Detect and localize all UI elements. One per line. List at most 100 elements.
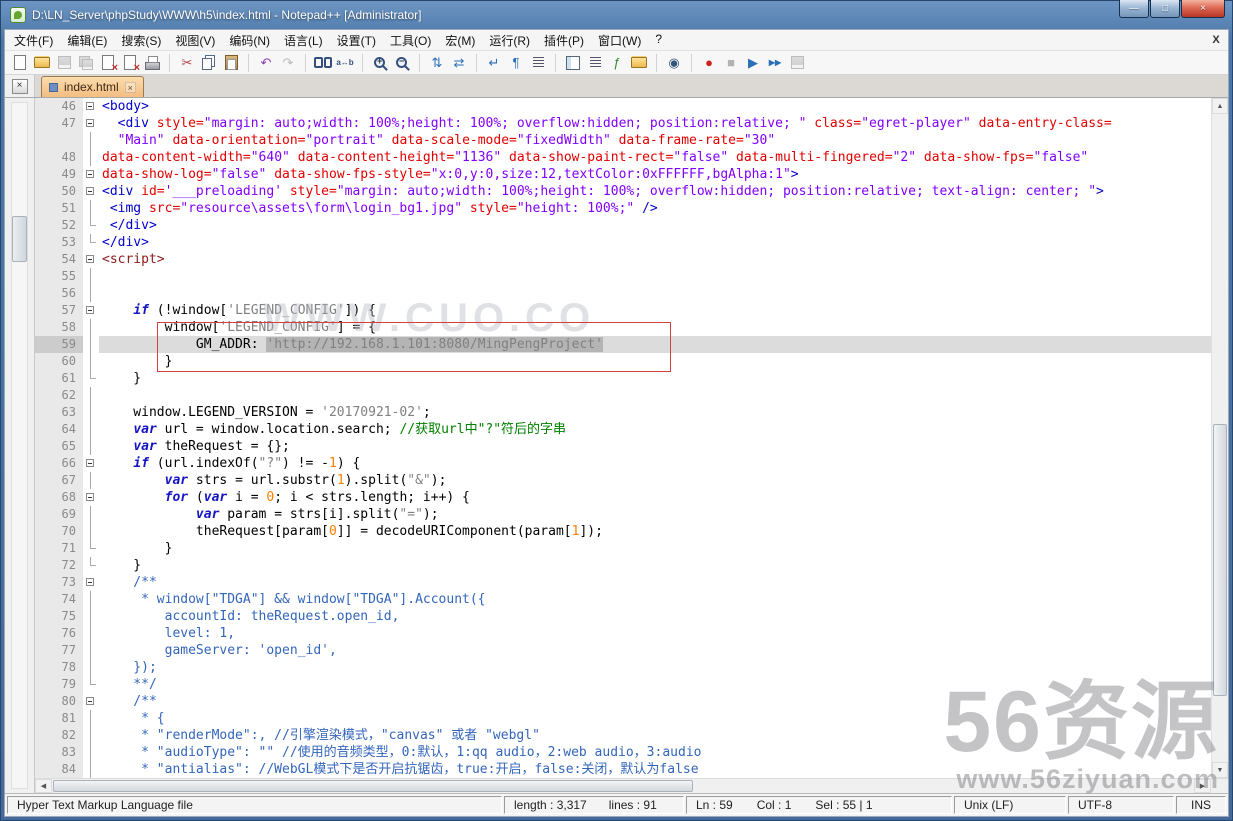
horizontal-scrollbar-track[interactable] (52, 779, 1194, 793)
record-macro-button[interactable]: ● (698, 52, 720, 74)
code-line-57[interactable]: 57 if (!window['LEGEND_CONFIG']) { (35, 302, 1211, 319)
copy-button[interactable] (198, 52, 220, 74)
code-line-81[interactable]: 81 * { (35, 710, 1211, 727)
scroll-up-icon[interactable]: ▲ (1212, 98, 1228, 114)
code-line-78[interactable]: 78 }); (35, 659, 1211, 676)
scroll-left-icon[interactable]: ◀ (35, 779, 52, 793)
code-line-wrap[interactable]: "Main" data-orientation="portrait" data-… (35, 132, 1211, 149)
code-area[interactable]: 46<body>47 <div style="margin: auto;widt… (35, 98, 1211, 778)
menu-file[interactable]: 文件(F) (7, 30, 60, 51)
code-line-83[interactable]: 83 * "audioType": "" //使用的音频类型，0:默认，1:qq… (35, 744, 1211, 761)
menu-tools[interactable]: 工具(O) (383, 30, 438, 51)
close-file-button[interactable]: × (97, 52, 119, 74)
code-line-68[interactable]: 68 for (var i = 0; i < strs.length; i++)… (35, 489, 1211, 506)
playback-macro-button[interactable]: ▶ (742, 52, 764, 74)
vertical-scrollbar-thumb[interactable] (1213, 424, 1227, 696)
menu-run[interactable]: 运行(R) (482, 30, 537, 51)
code-line-69[interactable]: 69 var param = strs[i].split("="); (35, 506, 1211, 523)
menu-plugins[interactable]: 插件(P) (537, 30, 591, 51)
code-line-74[interactable]: 74 * window["TDGA"] && window["TDGA"].Ac… (35, 591, 1211, 608)
scroll-down-icon[interactable]: ▼ (1212, 762, 1228, 778)
save-recorded-macro-button[interactable] (786, 52, 808, 74)
undo-button[interactable]: ↶ (255, 52, 277, 74)
dock-scrollbar-thumb[interactable] (12, 216, 27, 262)
tab-index-html[interactable]: index.html × (41, 76, 144, 97)
code-line-46[interactable]: 46<body> (35, 98, 1211, 115)
fold-collapse-icon[interactable] (83, 183, 99, 200)
fold-collapse-icon[interactable] (83, 455, 99, 472)
code-line-63[interactable]: 63 window.LEGEND_VERSION = '20170921-02'… (35, 404, 1211, 421)
replace-button[interactable]: a↔b (334, 52, 356, 74)
minimize-button[interactable]: — (1119, 0, 1149, 18)
function-list-button[interactable]: ƒ (606, 52, 628, 74)
code-line-76[interactable]: 76 level: 1, (35, 625, 1211, 642)
sync-horizontal-scroll-button[interactable]: ⇄ (448, 52, 470, 74)
status-eol-format[interactable]: Unix (LF) (954, 796, 1066, 814)
redo-button[interactable]: ↷ (277, 52, 299, 74)
fold-collapse-icon[interactable] (83, 693, 99, 710)
menu-edit[interactable]: 编辑(E) (60, 30, 114, 51)
sync-vertical-scroll-button[interactable]: ⇅ (426, 52, 448, 74)
menu-settings[interactable]: 设置(T) (330, 30, 383, 51)
menu-view[interactable]: 视图(V) (168, 30, 222, 51)
find-button[interactable] (312, 52, 334, 74)
dock-scrollbar-track[interactable] (11, 102, 28, 789)
document-map-button[interactable] (562, 52, 584, 74)
code-line-62[interactable]: 62 (35, 387, 1211, 404)
close-all-button[interactable]: × (119, 52, 141, 74)
code-line-56[interactable]: 56 (35, 285, 1211, 302)
paste-button[interactable] (220, 52, 242, 74)
tab-close-icon[interactable]: × (125, 82, 136, 93)
vertical-scrollbar[interactable]: ▲ ▼ (1211, 98, 1228, 778)
maximize-button[interactable]: □ (1150, 0, 1180, 18)
print-button[interactable] (141, 52, 163, 74)
dock-close-button[interactable]: × (12, 79, 28, 94)
code-line-71[interactable]: 71 } (35, 540, 1211, 557)
fold-collapse-icon[interactable] (83, 302, 99, 319)
menu-encoding[interactable]: 编码(N) (222, 30, 277, 51)
code-line-73[interactable]: 73 /** (35, 574, 1211, 591)
new-file-button[interactable] (9, 52, 31, 74)
status-insert-mode[interactable]: INS (1176, 796, 1226, 814)
menu-help[interactable]: ? (648, 30, 669, 51)
folder-as-workspace-button[interactable] (628, 52, 650, 74)
code-line-66[interactable]: 66 if (url.indexOf("?") != -1) { (35, 455, 1211, 472)
notepadpp-app-icon[interactable] (10, 7, 26, 23)
menu-language[interactable]: 语言(L) (277, 30, 330, 51)
document-list-button[interactable] (584, 52, 606, 74)
fold-collapse-icon[interactable] (83, 115, 99, 132)
zoom-out-button[interactable]: − (391, 52, 413, 74)
open-file-button[interactable] (31, 52, 53, 74)
code-line-80[interactable]: 80 /** (35, 693, 1211, 710)
code-line-53[interactable]: 53</div> (35, 234, 1211, 251)
fold-collapse-icon[interactable] (83, 489, 99, 506)
scroll-right-icon[interactable]: ▶ (1194, 779, 1211, 793)
zoom-in-button[interactable]: + (369, 52, 391, 74)
code-line-67[interactable]: 67 var strs = url.substr(1).split("&"); (35, 472, 1211, 489)
show-all-characters-button[interactable]: ¶ (505, 52, 527, 74)
fold-collapse-icon[interactable] (83, 251, 99, 268)
code-line-79[interactable]: 79 **/ (35, 676, 1211, 693)
code-line-61[interactable]: 61 } (35, 370, 1211, 387)
close-document-x-button[interactable]: X (1206, 33, 1226, 47)
code-line-50[interactable]: 50<div id='___preloading' style="margin:… (35, 183, 1211, 200)
code-line-70[interactable]: 70 theRequest[param[0]] = decodeURICompo… (35, 523, 1211, 540)
code-line-65[interactable]: 65 var theRequest = {}; (35, 438, 1211, 455)
code-line-55[interactable]: 55 (35, 268, 1211, 285)
status-encoding[interactable]: UTF-8 (1068, 796, 1174, 814)
menu-macro[interactable]: 宏(M) (438, 30, 482, 51)
save-all-button[interactable] (75, 52, 97, 74)
code-line-54[interactable]: 54<script> (35, 251, 1211, 268)
editor[interactable]: 46<body>47 <div style="margin: auto;widt… (35, 98, 1228, 778)
menu-window[interactable]: 窗口(W) (591, 30, 648, 51)
fold-collapse-icon[interactable] (83, 98, 99, 115)
cut-button[interactable]: ✂ (176, 52, 198, 74)
code-line-52[interactable]: 52 </div> (35, 217, 1211, 234)
code-line-75[interactable]: 75 accountId: theRequest.open_id, (35, 608, 1211, 625)
horizontal-scrollbar[interactable]: ◀ ▶ (35, 778, 1228, 793)
word-wrap-button[interactable]: ↵ (483, 52, 505, 74)
code-line-49[interactable]: 49data-show-log="false" data-show-fps-st… (35, 166, 1211, 183)
indent-guide-button[interactable] (527, 52, 549, 74)
save-file-button[interactable] (53, 52, 75, 74)
code-line-77[interactable]: 77 gameServer: 'open_id', (35, 642, 1211, 659)
